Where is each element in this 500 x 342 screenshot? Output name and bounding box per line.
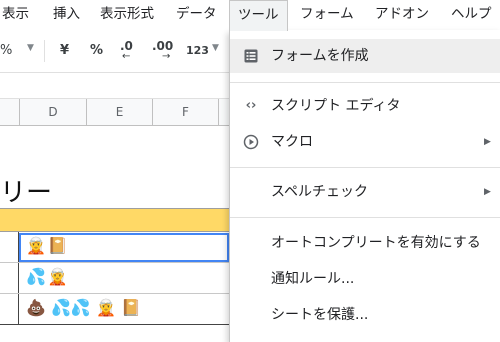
arrow-right-icon: → xyxy=(162,51,171,62)
menu-divider xyxy=(230,217,500,218)
menu-data[interactable]: データ xyxy=(176,0,217,30)
more-formats-button[interactable]: 123 xyxy=(186,41,209,61)
submenu-arrow-icon: ▶ xyxy=(484,187,491,197)
menu-view[interactable]: 表示 xyxy=(2,0,29,30)
menu-item-label: スペルチェック xyxy=(271,184,369,200)
menu-addons[interactable]: アドオン xyxy=(375,0,429,30)
form-icon xyxy=(242,47,260,65)
column-header-e[interactable]: E xyxy=(87,99,153,125)
arrow-left-icon: ← xyxy=(122,51,131,62)
menu-item-protect-sheet[interactable]: シートを保護... xyxy=(230,298,500,332)
cell-border xyxy=(18,263,19,293)
menu-item-script-editor[interactable]: ‹› スクリプト エディタ xyxy=(230,89,500,123)
emoji-cell[interactable]: 💦🧝 xyxy=(26,267,70,286)
cell-border xyxy=(18,294,19,324)
code-icon: ‹› xyxy=(245,98,257,113)
menu-item-macros[interactable]: マクロ ▶ xyxy=(230,125,500,159)
increase-decimal-button[interactable]: .00 → xyxy=(152,39,173,62)
menu-item-spellcheck[interactable]: スペルチェック ▶ xyxy=(230,175,500,209)
yellow-header-row[interactable] xyxy=(0,208,236,232)
menu-item-create-form[interactable]: フォームを作成 xyxy=(230,39,500,73)
menu-help[interactable]: ヘルプ xyxy=(451,0,492,30)
menu-form[interactable]: フォーム xyxy=(300,0,354,30)
toolbar-divider xyxy=(44,40,45,62)
emoji-cell[interactable]: 🧝📔 xyxy=(26,236,70,255)
menu-item-label: フォームを作成 xyxy=(271,48,369,64)
spreadsheet-window: 表示 挿入 表示形式 データ ツール フォーム アドオン ヘルプ % ▼ ¥ %… xyxy=(0,0,500,342)
menu-item-label: シートを保護... xyxy=(271,307,369,323)
column-header-f[interactable]: F xyxy=(153,99,219,125)
tools-menu: フォームを作成 ‹› スクリプト エディタ マクロ ▶ スペルチェック ▶ オー… xyxy=(229,30,500,342)
chevron-down-icon[interactable]: ▼ xyxy=(27,43,34,53)
chevron-down-icon[interactable]: ▼ xyxy=(212,43,219,53)
menu-insert[interactable]: 挿入 xyxy=(53,0,80,30)
menu-item-label: 通知ルール... xyxy=(271,271,355,287)
menu-bar: 表示 挿入 表示形式 データ ツール フォーム アドオン ヘルプ xyxy=(0,0,500,31)
percent-format-button[interactable]: % xyxy=(90,41,103,61)
menu-divider xyxy=(230,82,500,83)
column-header-c[interactable] xyxy=(0,99,20,125)
currency-format-button[interactable]: ¥ xyxy=(60,41,69,61)
decrease-decimal-button[interactable]: .0 ← xyxy=(120,39,133,62)
menu-tools[interactable]: ツール xyxy=(229,0,288,31)
menu-item-autocomplete[interactable]: オートコンプリートを有効にする xyxy=(230,226,500,260)
menu-divider xyxy=(230,167,500,168)
column-header-d[interactable]: D xyxy=(20,99,87,125)
menu-item-label: スクリプト エディタ xyxy=(271,98,401,114)
menu-format[interactable]: 表示形式 xyxy=(100,0,154,30)
menu-item-label: オートコンプリートを有効にする xyxy=(271,235,481,251)
menu-item-notification-rules[interactable]: 通知ルール... xyxy=(230,262,500,296)
submenu-arrow-icon: ▶ xyxy=(484,137,491,147)
play-icon xyxy=(242,133,260,151)
emoji-cell[interactable]: 💩 💦💦 🧝 📔 xyxy=(26,298,141,317)
menu-item-label: マクロ xyxy=(271,134,313,150)
percent-zoom-label[interactable]: % xyxy=(0,41,12,61)
sheet-title-cell[interactable]: リー xyxy=(0,172,52,209)
